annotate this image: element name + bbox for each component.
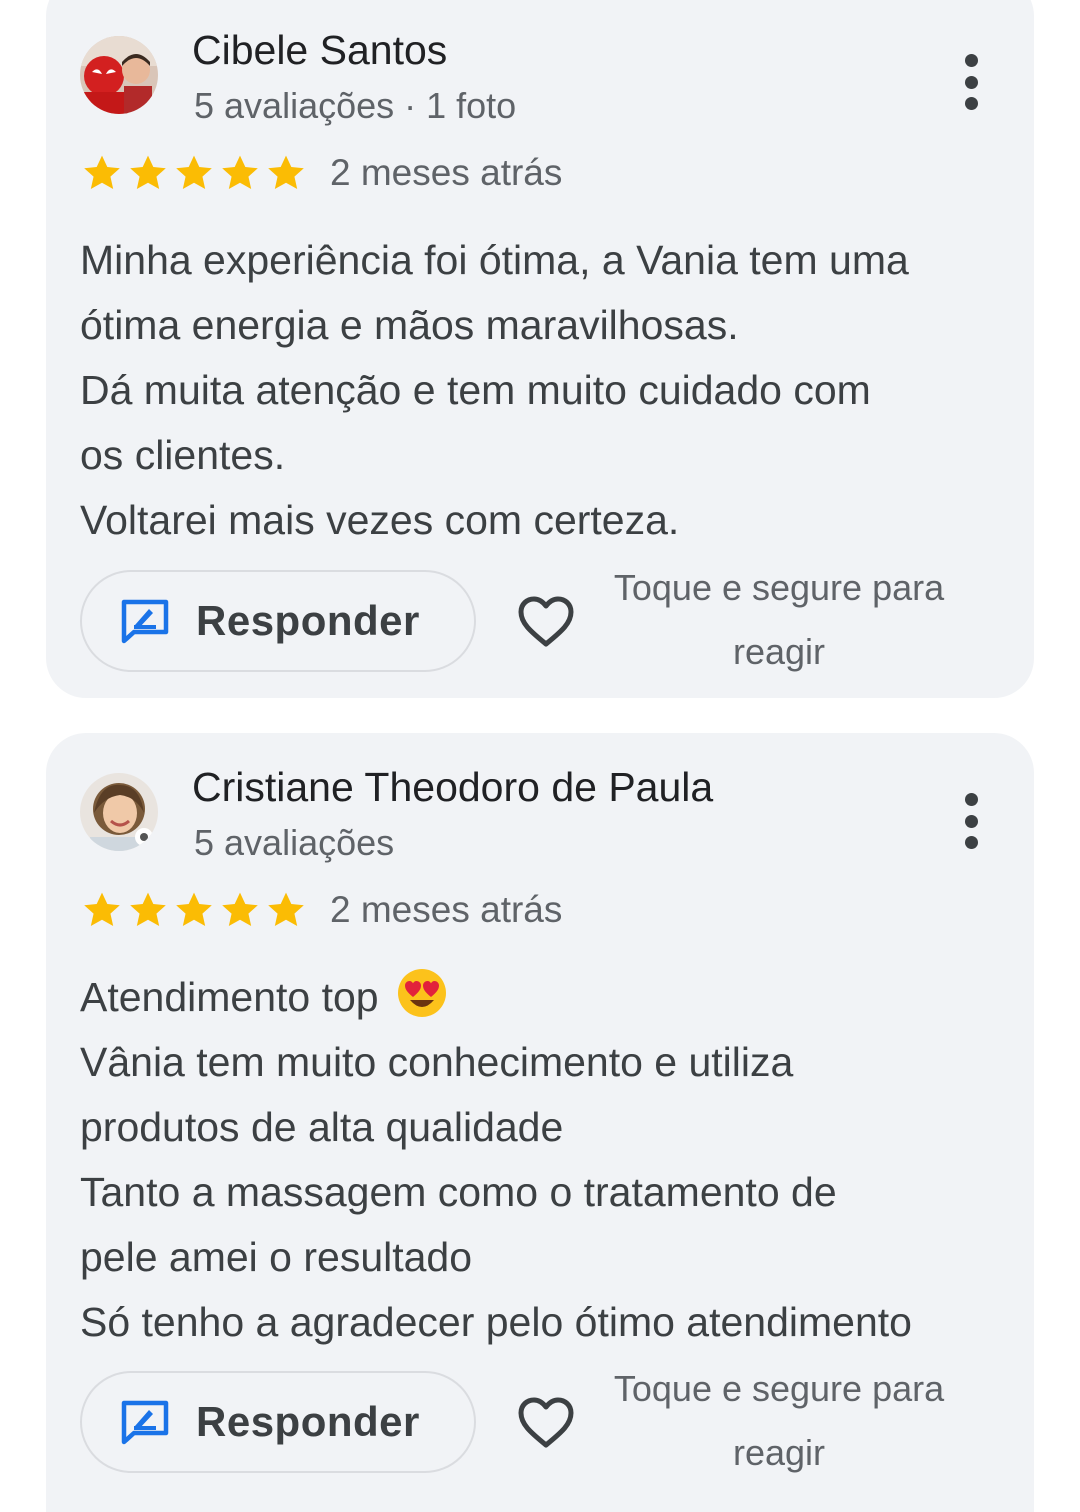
review-text: Minha experiência foi ótima, a Vania tem…: [80, 228, 1020, 553]
review-text-line: produtos de alta qualidade: [80, 1104, 564, 1150]
react-hint-line: reagir: [732, 1432, 826, 1473]
react-hint-line: reagir: [732, 631, 826, 672]
review-text-line: Tanto a massagem como o tratamento de: [80, 1169, 837, 1215]
star-icon: [130, 155, 166, 189]
reply-label: Responder: [196, 1398, 420, 1445]
reply-button[interactable]: Responder: [80, 1371, 476, 1473]
more-options-icon[interactable]: [956, 54, 986, 110]
react-hint-line: Toque e segure para: [613, 567, 945, 608]
star-icon: [222, 155, 258, 189]
star-icon: [222, 892, 258, 926]
star-icon: [176, 155, 212, 189]
review-date: 2 meses atrás: [330, 889, 563, 930]
star-icon: [84, 155, 120, 189]
star-rating: [80, 888, 308, 932]
rating-row: 2 meses atrás: [80, 888, 562, 932]
review-text-line: Minha experiência foi ótima, a Vania tem…: [80, 237, 909, 283]
review-date: 2 meses atrás: [330, 152, 563, 193]
star-icon: [268, 155, 304, 189]
star-icon: [84, 892, 120, 926]
more-options-icon[interactable]: [956, 793, 986, 849]
heart-eyes-emoji-icon: [398, 969, 446, 1017]
reply-button[interactable]: Responder: [80, 570, 476, 672]
star-icon: [130, 892, 166, 926]
review-text: Atendimento top Vânia tem muito conhecim…: [80, 965, 1020, 1355]
reply-icon: [121, 599, 169, 644]
star-icon: [268, 892, 304, 926]
review-text-line: pele amei o resultado: [80, 1234, 473, 1280]
star-icon: [176, 892, 212, 926]
review-text-line: Dá muita atenção e tem muito cuidado com: [80, 367, 871, 413]
star-rating: [80, 151, 308, 195]
react-hint-line: Toque e segure para: [613, 1368, 945, 1409]
review-card: Cibele Santos 5 avaliações · 1 foto 2 me…: [46, 0, 1034, 698]
heart-icon[interactable]: [516, 1395, 576, 1451]
reply-label: Responder: [196, 597, 420, 644]
review-text-line: Vânia tem muito conhecimento e utiliza: [80, 1039, 794, 1085]
react-hint: Toque e segure para reagir: [586, 556, 972, 684]
reply-icon: [121, 1400, 169, 1445]
reviewer-name[interactable]: Cibele Santos: [192, 30, 447, 71]
avatar[interactable]: [80, 36, 158, 114]
react-hint: Toque e segure para reagir: [586, 1357, 972, 1485]
review-text-line: os clientes.: [80, 432, 286, 478]
review-text-line: Voltarei mais vezes com certeza.: [80, 497, 680, 543]
reviewer-stats: 5 avaliações · 1 foto: [194, 85, 517, 126]
reviewer-name[interactable]: Cristiane Theodoro de Paula: [192, 767, 713, 808]
review-text-line: Atendimento top: [80, 965, 1020, 1030]
rating-row: 2 meses atrás: [80, 151, 562, 195]
review-card: Cristiane Theodoro de Paula 5 avaliações…: [46, 733, 1034, 1512]
reviewer-stats: 5 avaliações: [194, 822, 395, 863]
review-text-span: Atendimento top: [80, 974, 379, 1020]
avatar[interactable]: [80, 773, 158, 851]
review-text-line: Só tenho a agradecer pelo ótimo atendime…: [80, 1299, 912, 1345]
heart-icon[interactable]: [516, 594, 576, 650]
review-text-line: ótima energia e mãos maravilhosas.: [80, 302, 739, 348]
